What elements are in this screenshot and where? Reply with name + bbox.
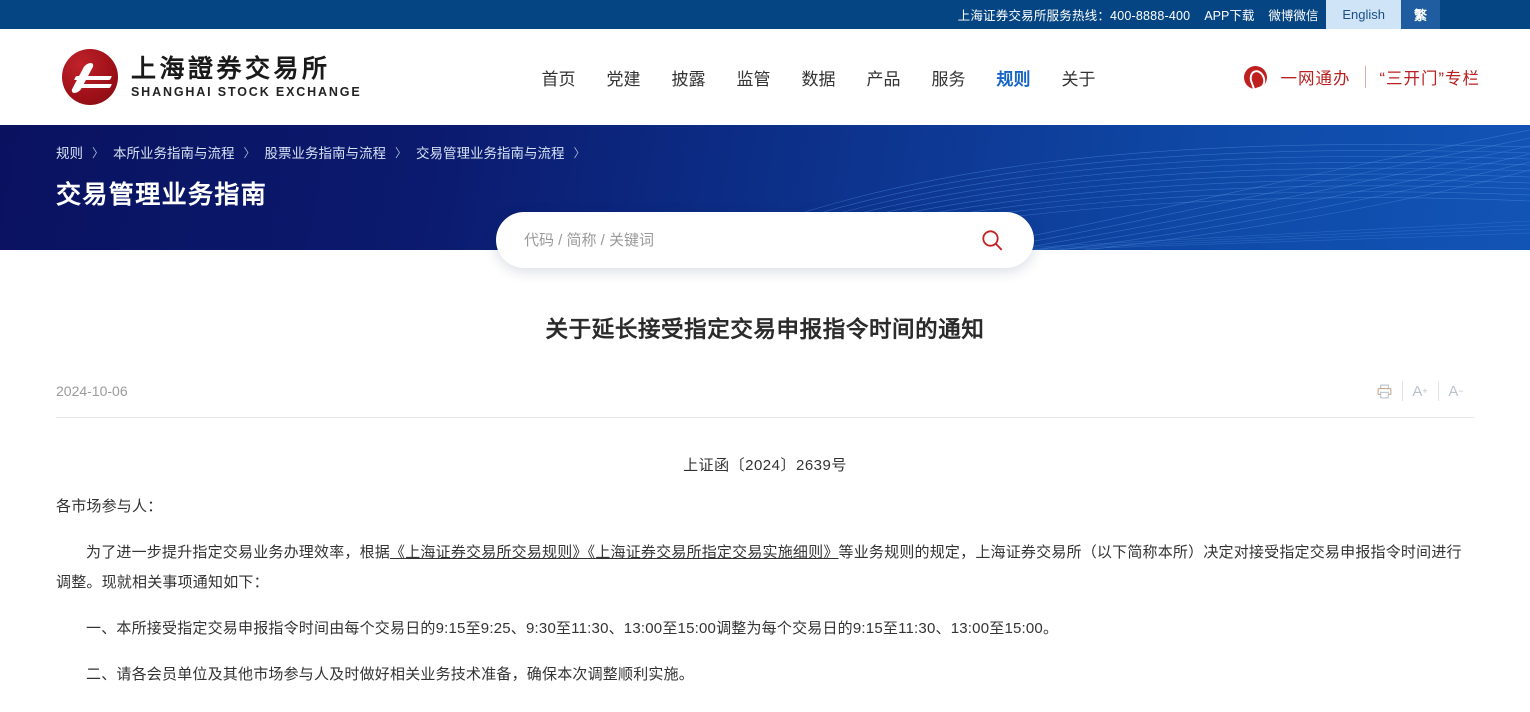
site-logo[interactable]: 上海證券交易所 SHANGHAI STOCK EXCHANGE: [62, 49, 362, 105]
one-network-icon: [1244, 66, 1267, 89]
nav-item-about[interactable]: 关于: [1062, 65, 1096, 90]
service-hotline-text: 上海证券交易所服务热线：400-8888-400: [958, 5, 1191, 24]
link-designated-trading-rules[interactable]: 《上海证券交易所指定交易实施细则》: [588, 544, 839, 561]
breadcrumb-separator-icon: 〉: [574, 144, 586, 161]
article-container: 关于延长接受指定交易申报指令时间的通知 2024-10-06 A+ A− 上证函…: [0, 250, 1530, 712]
banner-content: 规则 〉 本所业务指南与流程 〉 股票业务指南与流程 〉 交易管理业务指南与流程…: [0, 125, 1530, 211]
search-container: [496, 212, 1034, 268]
search-icon: [980, 228, 1004, 252]
font-increase-button[interactable]: A+: [1402, 378, 1438, 404]
article-toolbar: A+ A−: [1366, 378, 1474, 404]
nav-item-party[interactable]: 党建: [607, 65, 641, 90]
article-salutation: 各市场参与人：: [56, 492, 1474, 521]
header-quick-links: 一网通办 “三开门”专栏: [1244, 65, 1481, 89]
language-english-button[interactable]: English: [1326, 0, 1401, 29]
nav-item-home[interactable]: 首页: [542, 65, 576, 90]
font-decrease-sup: −: [1458, 386, 1463, 396]
language-traditional-button[interactable]: 繁: [1401, 0, 1440, 29]
breadcrumb: 规则 〉 本所业务指南与流程 〉 股票业务指南与流程 〉 交易管理业务指南与流程…: [56, 142, 1530, 162]
nav-item-disclosure[interactable]: 披露: [672, 65, 706, 90]
search-box[interactable]: [496, 212, 1034, 268]
search-button[interactable]: [976, 224, 1008, 256]
sse-emblem-icon: [62, 49, 118, 105]
nav-item-products[interactable]: 产品: [867, 65, 901, 90]
logo-english-name: SHANGHAI STOCK EXCHANGE: [131, 85, 362, 99]
article-item-2: 二、请各会员单位及其他市场参与人及时做好相关业务技术准备，确保本次调整顺利实施。: [56, 660, 1474, 689]
one-network-link[interactable]: 一网通办: [1281, 65, 1351, 89]
social-media-link[interactable]: 微博微信: [1268, 5, 1318, 24]
font-increase-label: A: [1412, 383, 1422, 400]
nav-item-data[interactable]: 数据: [802, 65, 836, 90]
top-utility-group: 上海证券交易所服务热线：400-8888-400 APP下载 微博微信: [958, 0, 1319, 29]
nav-item-services[interactable]: 服务: [932, 65, 966, 90]
logo-text-block: 上海證券交易所 SHANGHAI STOCK EXCHANGE: [131, 55, 362, 100]
logo-chinese-name: 上海證券交易所: [131, 55, 362, 83]
intro-text-pre: 为了进一步提升指定交易业务办理效率，根据: [86, 544, 390, 561]
breadcrumb-item-exchange-guides[interactable]: 本所业务指南与流程: [113, 142, 235, 162]
article-item-1: 一、本所接受指定交易申报指令时间由每个交易日的9:15至9:25、9:30至11…: [56, 614, 1474, 643]
article-publish-date: 2024-10-06: [56, 383, 128, 399]
breadcrumb-item-trading-mgmt-guides[interactable]: 交易管理业务指南与流程: [416, 142, 565, 162]
main-navigation: 首页 党建 披露 监管 数据 产品 服务 规则 关于: [542, 65, 1096, 90]
breadcrumb-separator-icon: 〉: [395, 144, 407, 161]
nav-item-regulation[interactable]: 监管: [737, 65, 771, 90]
font-decrease-label: A: [1448, 383, 1458, 400]
breadcrumb-item-rules[interactable]: 规则: [56, 142, 83, 162]
page-title: 交易管理业务指南: [56, 175, 1530, 211]
font-increase-sup: +: [1422, 386, 1427, 396]
top-utility-bar: 上海证券交易所服务热线：400-8888-400 APP下载 微博微信 Engl…: [0, 0, 1530, 29]
printer-icon: [1376, 383, 1393, 400]
nav-item-rules[interactable]: 规则: [997, 65, 1031, 90]
print-button[interactable]: [1366, 378, 1402, 404]
breadcrumb-separator-icon: 〉: [244, 144, 256, 161]
breadcrumb-separator-icon: 〉: [92, 144, 104, 161]
article-intro-paragraph: 为了进一步提升指定交易业务办理效率，根据《上海证券交易所交易规则》《上海证券交易…: [56, 538, 1474, 597]
site-header: 上海證券交易所 SHANGHAI STOCK EXCHANGE 首页 党建 披露…: [0, 29, 1530, 125]
document-number: 上证函〔2024〕2639号: [56, 454, 1474, 475]
link-trading-rules[interactable]: 《上海证券交易所交易规则》: [390, 544, 588, 561]
search-input[interactable]: [524, 232, 976, 249]
breadcrumb-item-stock-guides[interactable]: 股票业务指南与流程: [265, 142, 387, 162]
header-divider: [1365, 66, 1366, 88]
three-open-doors-link[interactable]: “三开门”专栏: [1380, 65, 1481, 89]
article-meta-row: 2024-10-06 A+ A−: [56, 378, 1474, 418]
topbar-spacer: [1440, 0, 1530, 29]
font-decrease-button[interactable]: A−: [1438, 378, 1474, 404]
article-item-3: 三、本通知自2024年10月8日起施行，本所其他规定与本通知不一致的，以本通知为…: [56, 706, 1474, 712]
app-download-link[interactable]: APP下载: [1204, 5, 1254, 24]
